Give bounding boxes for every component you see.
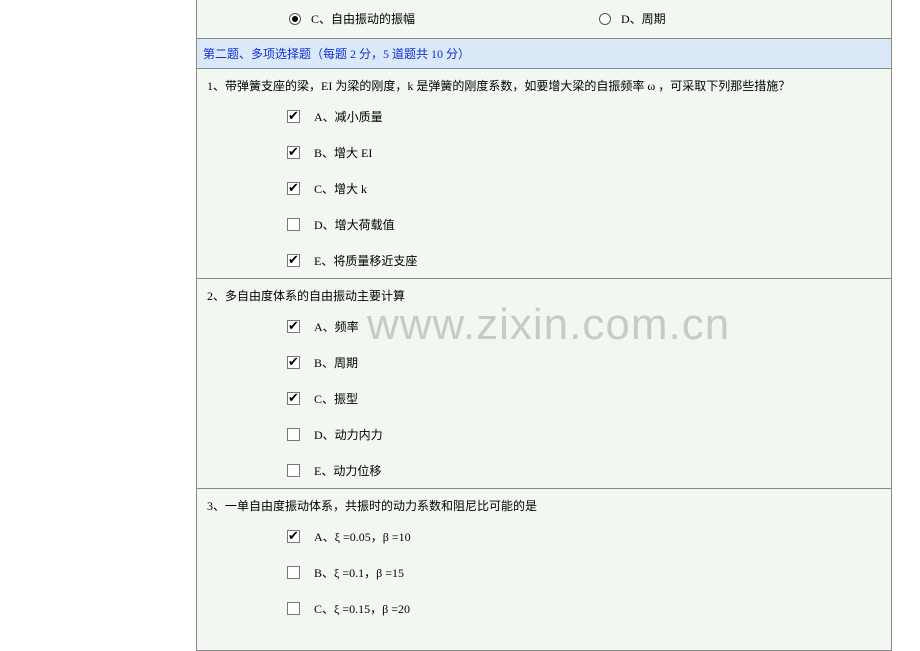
option-label: B、ξ =0.1，β =15 [314, 564, 404, 581]
q3-option-c[interactable]: C、ξ =0.15，β =20 [287, 590, 885, 626]
question-2-text: 2、多自由度体系的自由振动主要计算 [207, 285, 885, 308]
option-label: C、ξ =0.15，β =20 [314, 600, 410, 617]
checkbox-checked-icon [287, 530, 300, 543]
radio-icon [599, 13, 611, 25]
question-1-options: A、减小质量 B、增大 EI C、增大 k D、增大荷载值 E、将质量移近支座 [207, 98, 885, 278]
option-label: A、减小质量 [314, 108, 383, 125]
prev-question-option-row: C、自由振动的振幅 D、周期 [197, 0, 891, 38]
question-1: 1、带弹簧支座的梁，EI 为梁的刚度，k 是弹簧的刚度系数，如要增大梁的自振频率… [197, 68, 891, 278]
q2-option-b[interactable]: B、周期 [287, 344, 885, 380]
option-label: B、增大 EI [314, 144, 372, 161]
q2-option-a[interactable]: A、频率 [287, 308, 885, 344]
option-label: C、增大 k [314, 180, 367, 197]
q1-option-d[interactable]: D、增大荷载值 [287, 206, 885, 242]
section-2-header: 第二题、多项选择题（每题 2 分，5 道题共 10 分） [197, 38, 891, 68]
checkbox-icon [287, 218, 300, 231]
checkbox-checked-icon [287, 110, 300, 123]
option-label: B、周期 [314, 354, 358, 371]
option-label: D、动力内力 [314, 426, 383, 443]
q3-option-a[interactable]: A、ξ =0.05，β =10 [287, 518, 885, 554]
option-label: D、增大荷载值 [314, 216, 395, 233]
checkbox-icon [287, 566, 300, 579]
option-label: A、频率 [314, 318, 359, 335]
option-label: E、动力位移 [314, 462, 381, 479]
prev-option-c-label: C、自由振动的振幅 [311, 10, 415, 27]
prev-option-c[interactable]: C、自由振动的振幅 [289, 10, 415, 27]
checkbox-checked-icon [287, 392, 300, 405]
checkbox-icon [287, 464, 300, 477]
radio-selected-icon [289, 13, 301, 25]
question-3-text: 3、一单自由度振动体系，共振时的动力系数和阻尼比可能的是 [207, 495, 885, 518]
prev-option-d[interactable]: D、周期 [599, 10, 666, 27]
question-3-options: A、ξ =0.05，β =10 B、ξ =0.1，β =15 C、ξ =0.15… [207, 518, 885, 626]
option-label: A、ξ =0.05，β =10 [314, 528, 411, 545]
checkbox-checked-icon [287, 182, 300, 195]
question-3: 3、一单自由度振动体系，共振时的动力系数和阻尼比可能的是 A、ξ =0.05，β… [197, 488, 891, 626]
question-1-text: 1、带弹簧支座的梁，EI 为梁的刚度，k 是弹簧的刚度系数，如要增大梁的自振频率… [207, 75, 885, 98]
option-label: C、振型 [314, 390, 358, 407]
q2-option-d[interactable]: D、动力内力 [287, 416, 885, 452]
q1-option-b[interactable]: B、增大 EI [287, 134, 885, 170]
q2-option-c[interactable]: C、振型 [287, 380, 885, 416]
prev-option-d-label: D、周期 [621, 10, 666, 27]
checkbox-checked-icon [287, 254, 300, 267]
q1-option-e[interactable]: E、将质量移近支座 [287, 242, 885, 278]
checkbox-icon [287, 602, 300, 615]
question-2-options: A、频率 B、周期 C、振型 D、动力内力 E、动力位移 [207, 308, 885, 488]
q2-option-e[interactable]: E、动力位移 [287, 452, 885, 488]
q3-option-b[interactable]: B、ξ =0.1，β =15 [287, 554, 885, 590]
checkbox-icon [287, 428, 300, 441]
q1-option-a[interactable]: A、减小质量 [287, 98, 885, 134]
checkbox-checked-icon [287, 146, 300, 159]
checkbox-checked-icon [287, 356, 300, 369]
question-2: 2、多自由度体系的自由振动主要计算 A、频率 B、周期 C、振型 D、动力内力 [197, 278, 891, 488]
option-label: E、将质量移近支座 [314, 252, 417, 269]
checkbox-checked-icon [287, 320, 300, 333]
q1-option-c[interactable]: C、增大 k [287, 170, 885, 206]
